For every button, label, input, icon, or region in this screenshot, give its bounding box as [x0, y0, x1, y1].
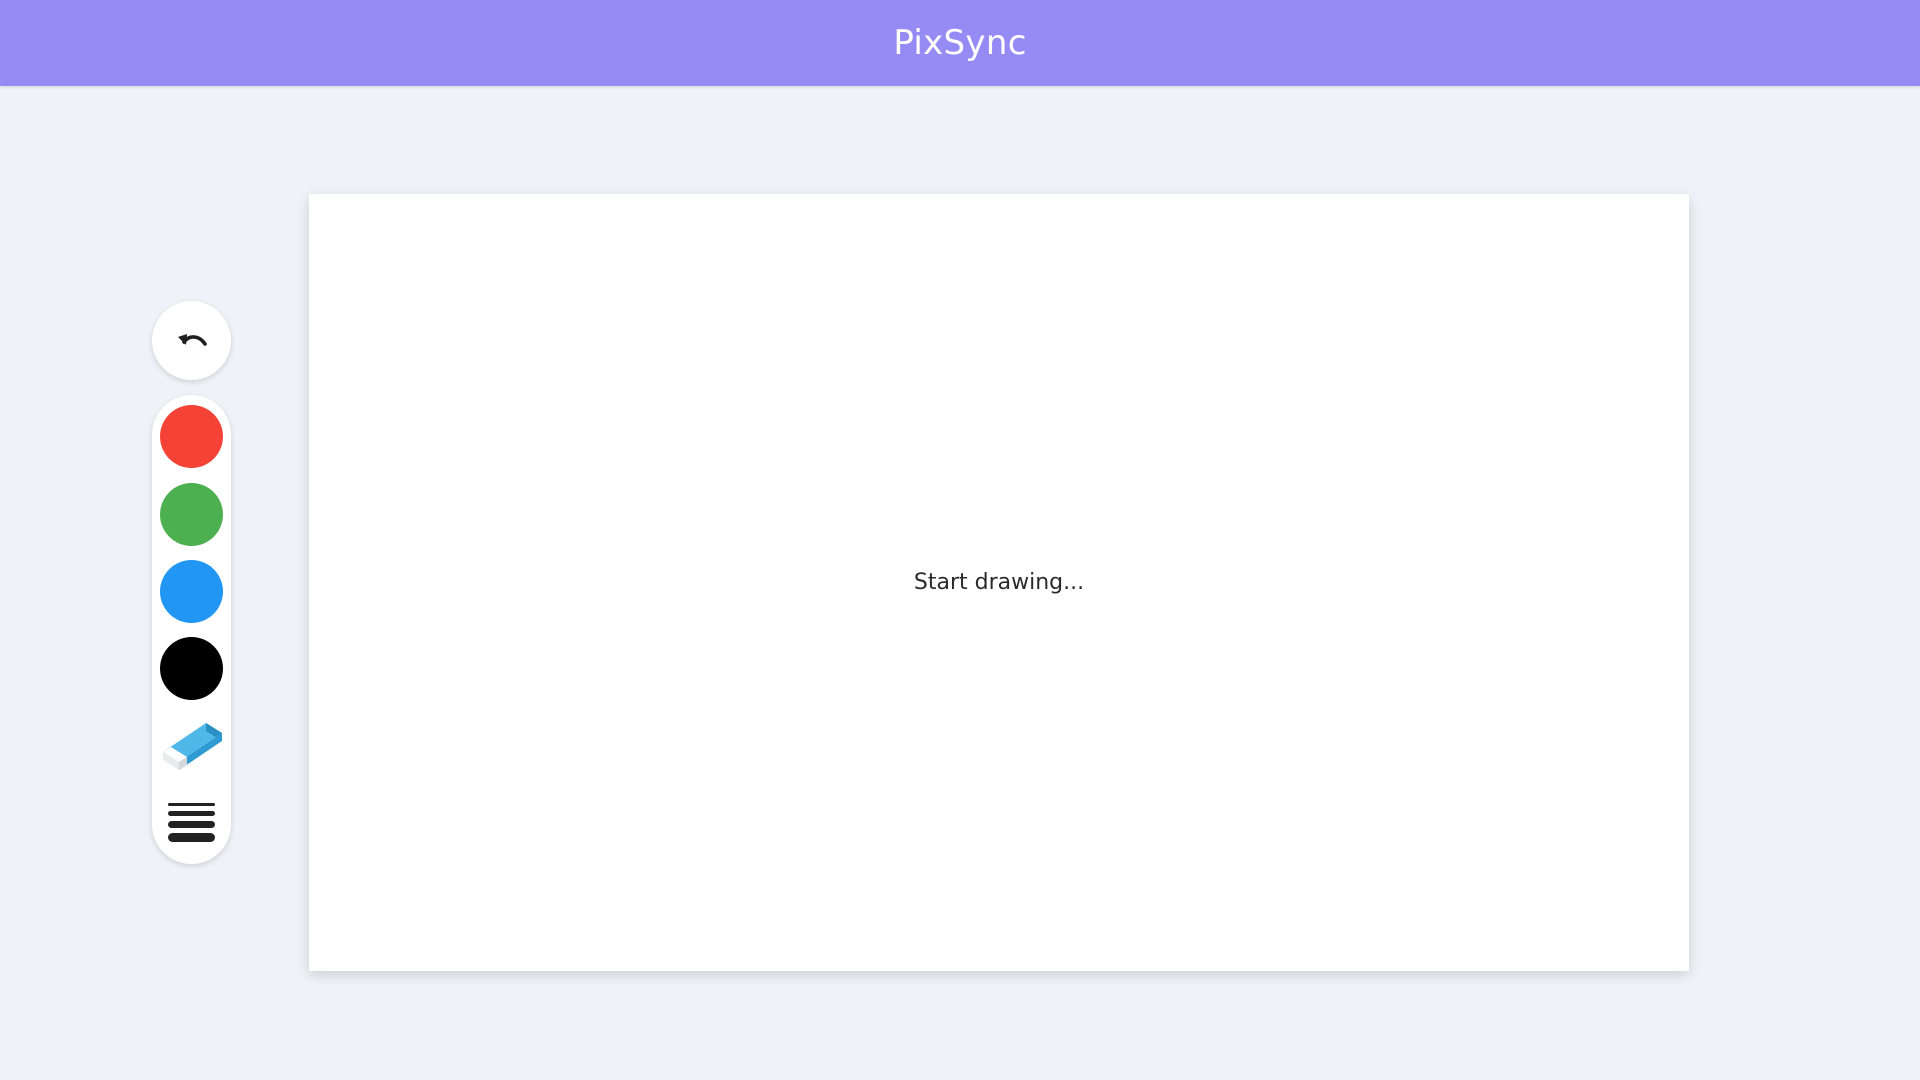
canvas-placeholder: Start drawing... [913, 570, 1085, 595]
undo-button[interactable] [152, 301, 231, 380]
undo-icon [177, 333, 207, 346]
color-swatch-black[interactable] [160, 637, 223, 700]
app-title: PixSync [893, 23, 1027, 63]
drawing-canvas[interactable]: Start drawing... [309, 194, 1689, 971]
eraser-icon [163, 723, 222, 770]
color-swatch-blue[interactable] [160, 560, 223, 623]
toolbar [152, 395, 231, 864]
color-swatch-green[interactable] [160, 483, 223, 546]
brush-size-icon [168, 803, 215, 842]
app-header: PixSync [0, 0, 1920, 86]
brush-size-button[interactable] [164, 799, 219, 843]
eraser-button[interactable] [160, 714, 223, 777]
color-swatch-red[interactable] [160, 405, 223, 468]
